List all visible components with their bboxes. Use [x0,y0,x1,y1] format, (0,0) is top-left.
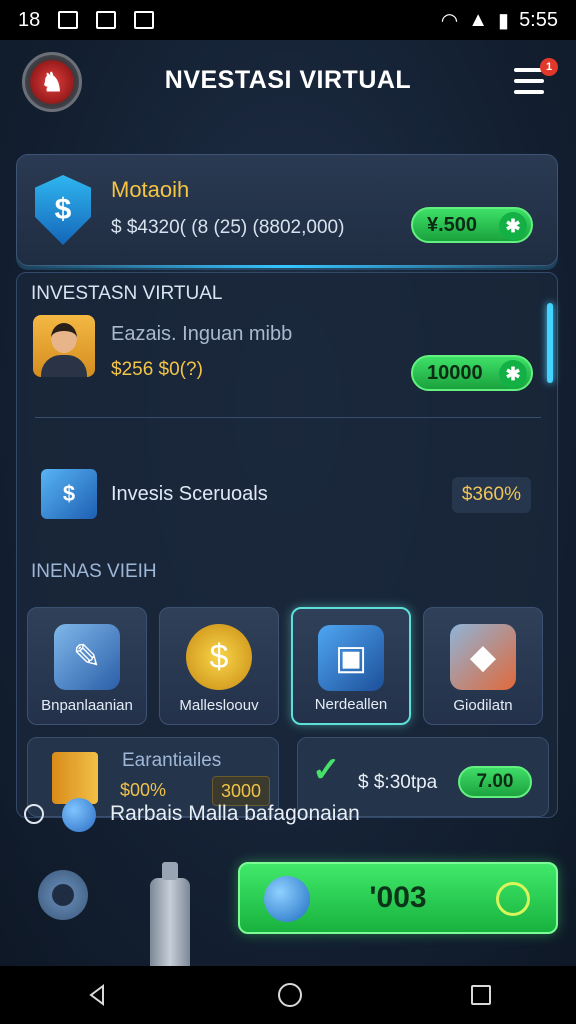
header: ♞ NVESTASI VIRTUAL 1 [0,40,576,130]
service-value: $360% [451,477,531,513]
menu-icon-bar [514,79,544,83]
user-amount: $256 $0(?) [111,359,203,380]
service-name: Invesis Sceruoals [111,483,268,505]
signal-icon: ▲ [468,8,489,31]
document-icon: ✎ [54,624,120,690]
check-icon: ✓ [312,751,341,789]
service-cube-icon: $ [41,469,97,519]
invest-cta-button[interactable]: '003 [238,862,558,934]
account-topup-button[interactable]: ¥.500 ✱ [411,207,533,243]
tile-label: Mallesloouv [179,697,259,714]
category-tiles: ✎ Bnpanlaanian $ Mallesloouv ▣ Nerdealle… [27,607,551,725]
topup-value: ¥.500 [427,213,478,236]
home-icon[interactable] [277,983,302,1007]
shield-dollar-icon: $ [35,175,91,245]
wifi-icon: ◠ [440,9,459,32]
invest-amount-button[interactable]: 10000 ✱ [411,355,533,391]
globe-icon [62,798,96,832]
menu-button[interactable] [514,68,544,94]
alarm-icon [24,804,44,824]
coins-icon: $ [186,624,252,690]
back-icon[interactable] [85,983,109,1007]
status-right: ◠ ▲ ▮ 5:55 [441,8,558,33]
recent-apps-icon[interactable] [471,985,492,1005]
status-time-left: 18 [18,8,41,31]
status-bar: 18 ◠ ▲ ▮ 5:55 [0,0,576,40]
tile-label: Nerdeallen [314,696,388,713]
tile-bnpanlaanian[interactable]: ✎ Bnpanlaanian [27,607,147,725]
pen-icon [264,876,310,922]
status-left: 18 [18,8,155,32]
avatar-body [41,355,87,377]
bottle-icon [150,862,190,966]
status-time-right: 5:55 [519,8,558,31]
app-screen: ♞ NVESTASI VIRTUAL 1 $ Motaoih $ $4320( … [0,40,576,966]
tile-nerdeallen[interactable]: ▣ Nerdeallen [291,607,411,725]
investment-panel: INVESTASN VIRTUAL Eazais. Inguan mibb $2… [16,272,558,818]
battery-icon: ▮ [498,9,510,32]
avatar-head [51,323,77,353]
tile-label: Bnpanlaanian [41,697,133,714]
plus-icon: ✱ [499,360,527,388]
guarantee-title: Earantiailes [122,750,222,771]
account-name: Motaoih [111,177,190,202]
scrollbar[interactable] [547,303,553,383]
gear-icon[interactable] [38,870,88,920]
account-balance: $ $4320( (8 (25) (8802,000) [111,217,345,238]
android-nav-bar [0,966,576,1024]
chart-icon: ◆ [450,624,516,690]
tile-giodilatn[interactable]: ◆ Giodilatn [423,607,543,725]
photo-icon [96,11,117,29]
user-name: Eazais. Inguan mibb [111,323,293,345]
confirm-icon [496,882,530,916]
notification-badge: 1 [540,58,558,76]
section-title-investasi: INVESTASN VIRTUAL [31,283,223,304]
footer-row: Rarbais Malla bafagonaian [0,790,576,840]
tile-mallesloouv[interactable]: $ Mallesloouv [159,607,279,725]
menu-icon-bar [514,90,544,94]
page-title: NVESTASI VIRTUAL [164,66,412,94]
section-title-inenas: INENAS VIEIH [31,561,157,582]
footer-text: Rarbais Malla bafagonaian [110,802,360,825]
cta-label: '003 [369,881,427,914]
divider [35,417,541,418]
card-glow [17,265,557,268]
account-card[interactable]: $ Motaoih $ $4320( (8 (25) (8802,000) ¥.… [16,154,558,268]
tile-label: Giodilatn [453,697,513,714]
image-icon [134,11,155,29]
gallery-icon [58,11,79,29]
plus-icon: ✱ [499,212,527,240]
invest-amount-value: 10000 [427,361,483,384]
box-icon: ▣ [318,625,384,691]
user-avatar [33,315,95,377]
